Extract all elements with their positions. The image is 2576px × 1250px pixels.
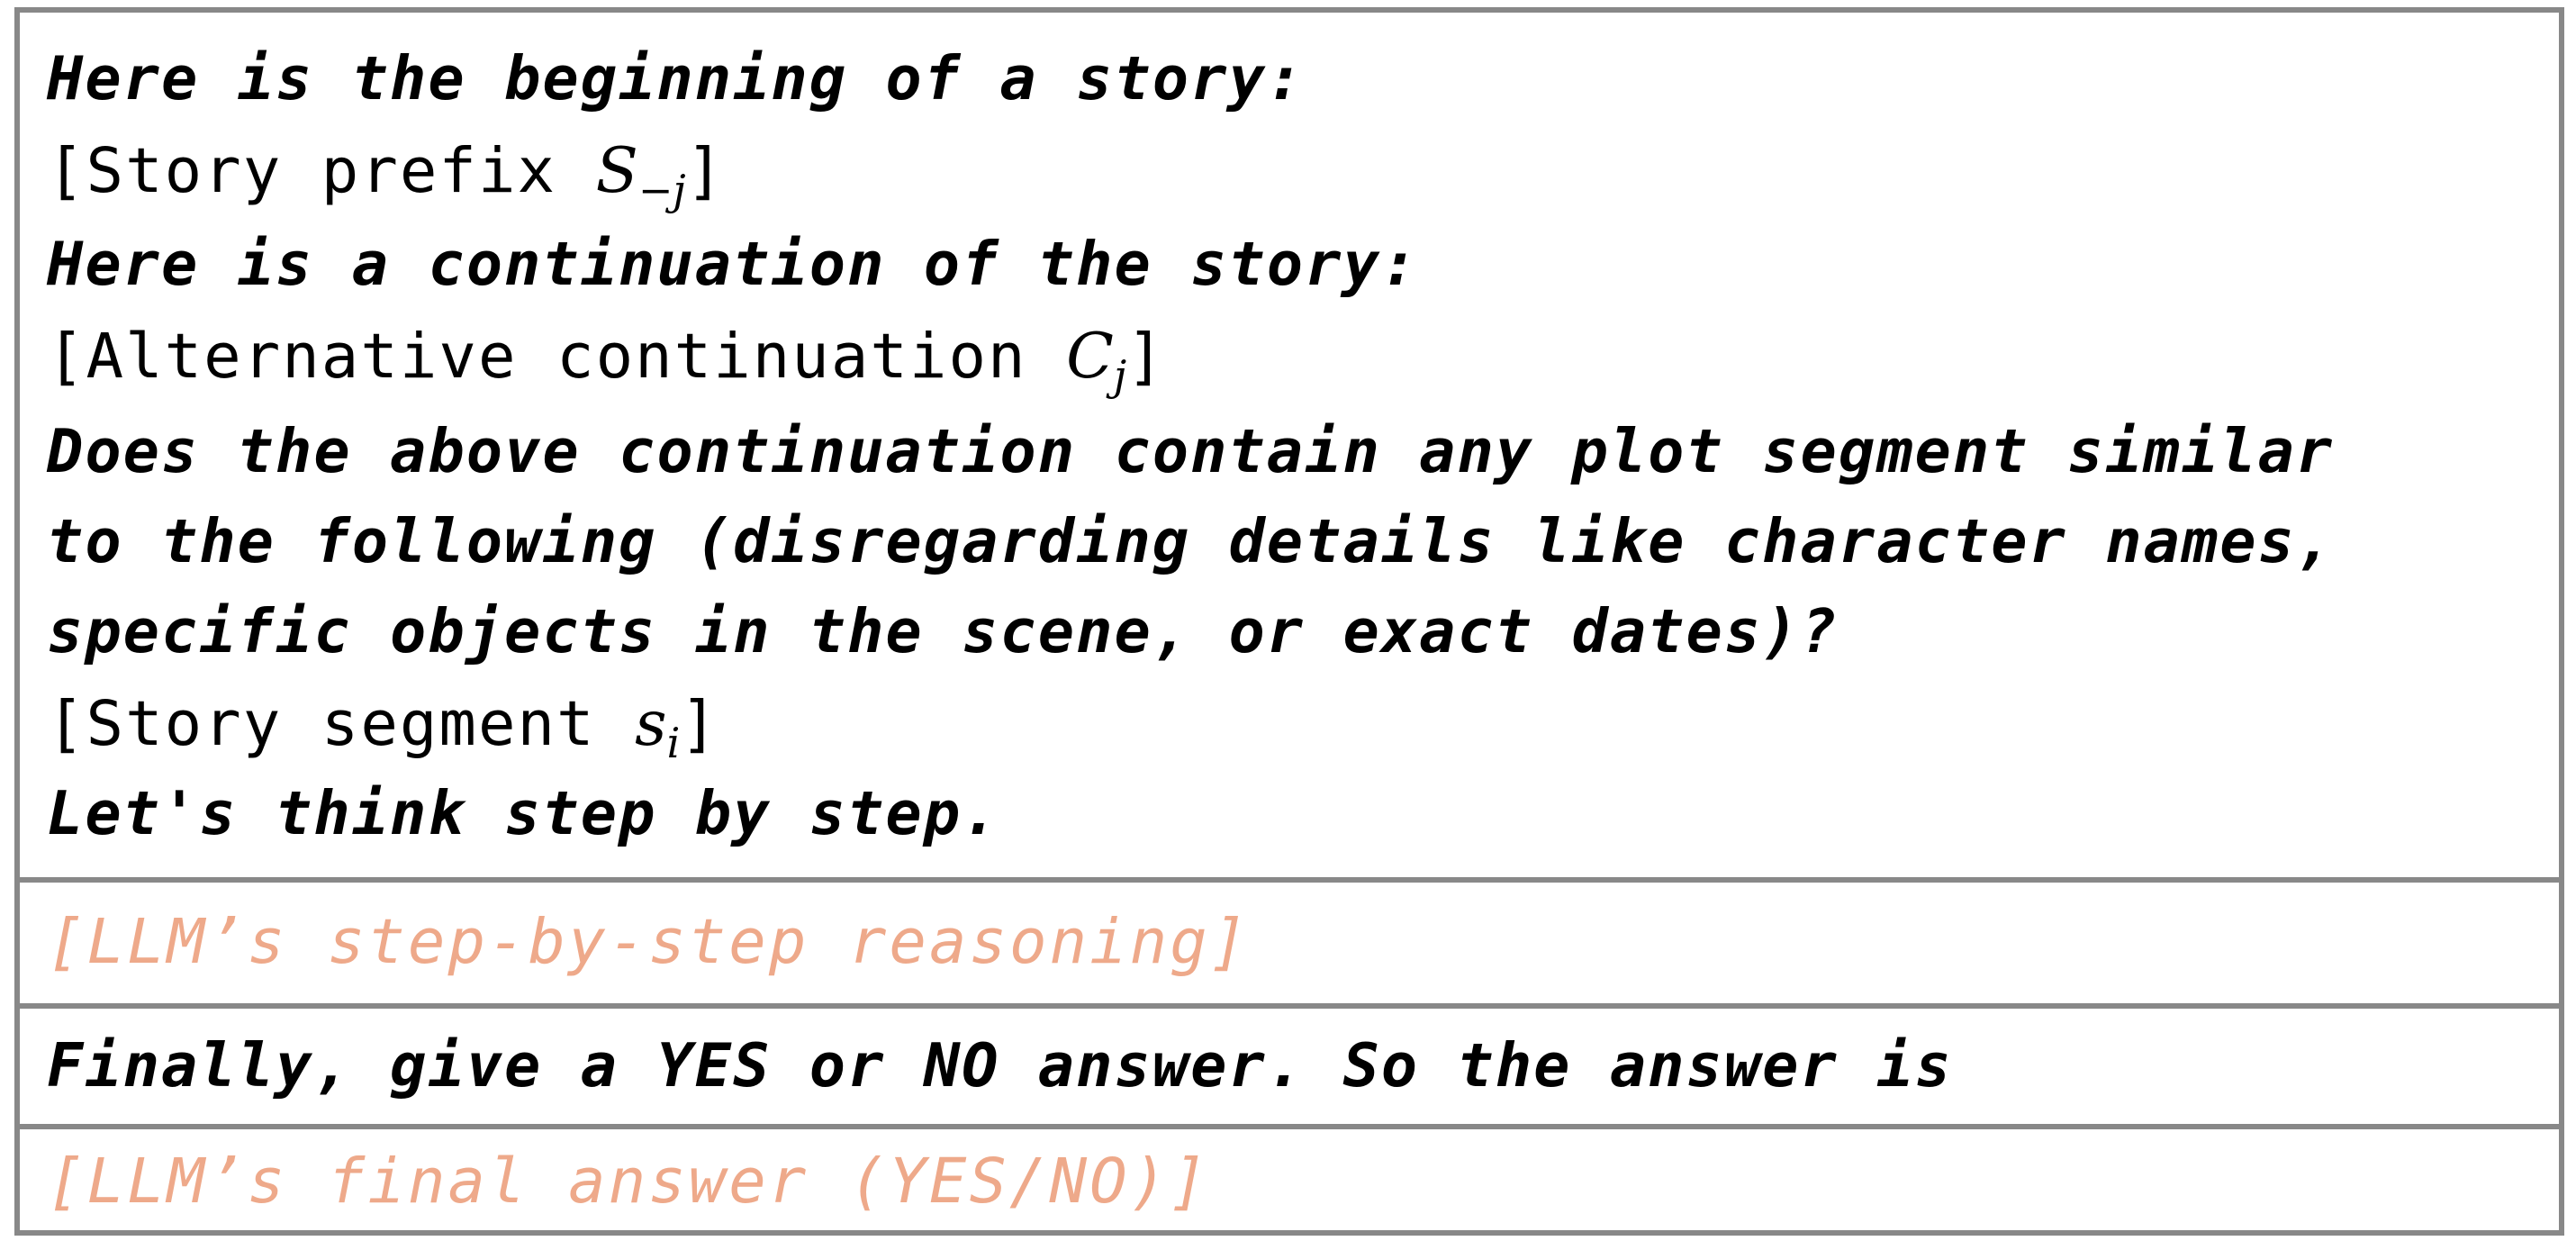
story-segment-symbol: si (635, 688, 681, 767)
story-segment-placeholder: [Story segment si] (47, 688, 719, 767)
similarity-question-line-3: specific objects in the scene, or exact … (47, 596, 1839, 666)
similarity-question-line-1: Does the above continuation contain any … (47, 416, 2335, 486)
story-prefix-placeholder: [Story prefix S−j] (47, 135, 726, 214)
alternative-continuation-label: Alternative continuation (86, 321, 1027, 393)
reasoning-section: [LLM’s step-by-step reasoning] (20, 883, 2559, 1009)
continuation-instruction: Here is a continuation of the story: (47, 229, 1420, 299)
alternative-continuation-symbol: Cj (1066, 321, 1127, 400)
final-question-section: Finally, give a YES or NO answer. So the… (20, 1009, 2559, 1129)
story-beginning-instruction: Here is the beginning of a story: (47, 43, 1306, 113)
llm-reasoning-placeholder: [LLM’s step-by-step reasoning] (47, 906, 1251, 978)
story-prefix-symbol: S−j (595, 135, 686, 214)
story-prefix-label: Story prefix (86, 135, 557, 207)
similarity-question-line-2: to the following (disregarding details l… (47, 506, 2335, 576)
final-answer-instruction: Finally, give a YES or NO answer. So the… (47, 1030, 1953, 1101)
alternative-continuation-placeholder: [Alternative continuation Cj] (47, 321, 1166, 400)
chain-of-thought-instruction: Let's think step by step. (47, 778, 1000, 848)
story-segment-label: Story segment (86, 688, 596, 760)
final-answer-section: [LLM’s final answer (YES/NO)] (20, 1129, 2559, 1236)
prompt-section: Here is the beginning of a story: [Story… (20, 13, 2559, 883)
llm-final-answer-placeholder: [LLM’s final answer (YES/NO)] (47, 1146, 1210, 1218)
prompt-template-box: Here is the beginning of a story: [Story… (14, 7, 2564, 1236)
